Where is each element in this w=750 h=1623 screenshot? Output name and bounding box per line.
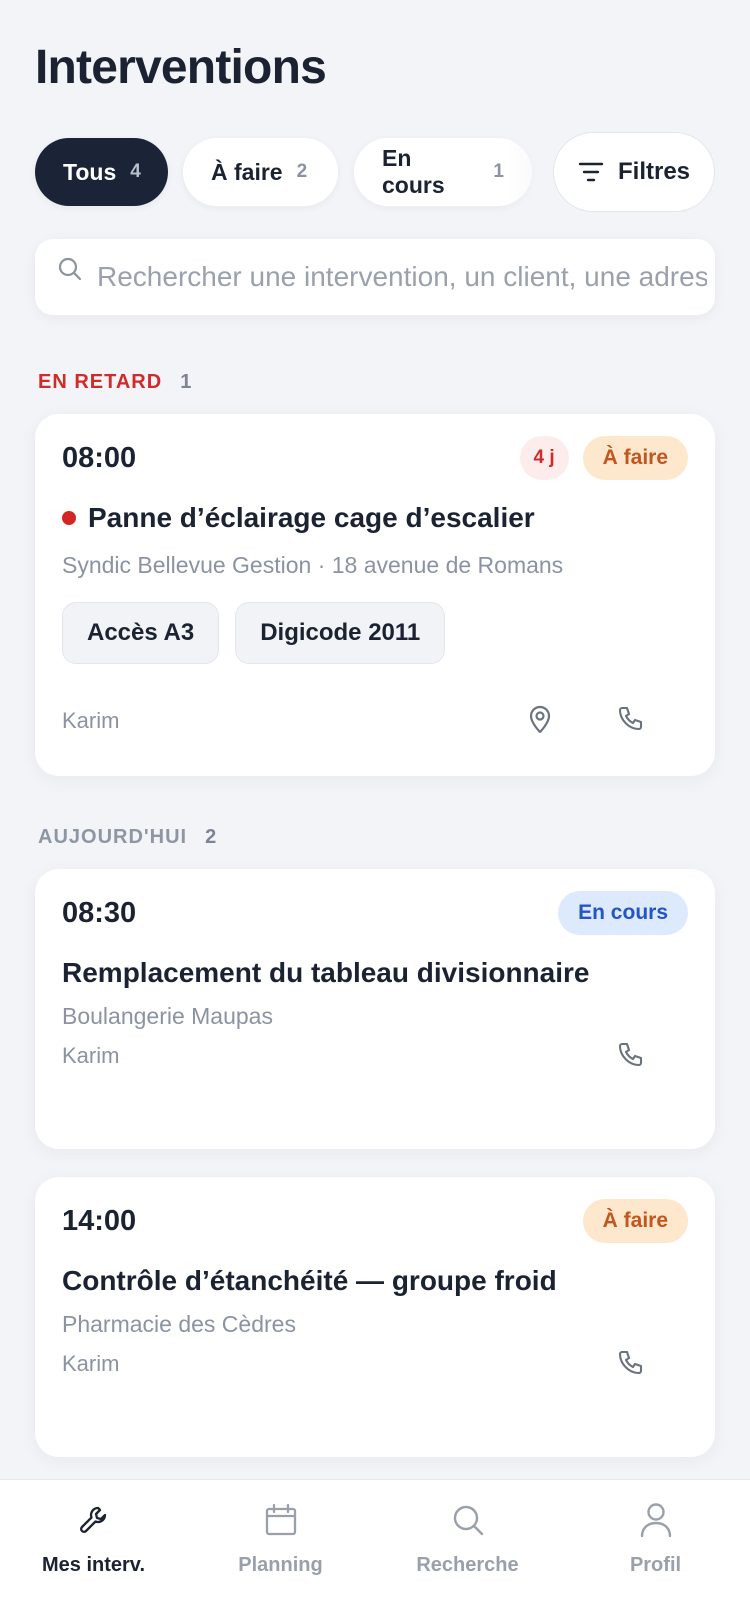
search-bar [35,239,715,315]
directions-button[interactable] [520,699,560,739]
phone-icon [618,1042,643,1067]
chip-count: 2 [296,161,308,182]
tag-digicode: Digicode 2011 [235,602,446,664]
intervention-card[interactable]: 08:30 En cours Remplacement du tableau d… [35,869,715,1149]
section-today-label: AUJOURD'HUI [38,826,188,848]
intervention-time: 14:00 [62,1205,137,1237]
nav-icon-wrap [451,1500,485,1540]
nav-planning[interactable]: Planning [187,1480,374,1623]
call-button[interactable] [610,699,650,739]
section-late-count: 1 [180,371,192,393]
status-badge: À faire [582,436,688,480]
call-button[interactable] [610,1343,650,1383]
nav-label: Profil [629,1554,682,1576]
nav-label: Recherche [416,1554,519,1576]
nav-profile[interactable]: Profil [562,1480,749,1623]
filter-icon [578,162,604,182]
urgent-dot-icon [62,511,76,525]
call-button[interactable] [610,1035,650,1075]
chip-label: En cours [382,145,445,198]
search-input[interactable] [97,239,707,315]
nav-icon-wrap [639,1500,673,1540]
intervention-client: Boulangerie Maupas [62,1003,273,1029]
intervention-title-text: Panne d’éclairage cage d’escalier [88,502,535,533]
technician-name: Karim [62,1043,120,1068]
section-today-count: 2 [205,826,217,848]
phone-icon [618,706,643,731]
intervention-time: 08:30 [62,897,137,929]
access-tags: Accès A3 Digicode 2011 [62,602,461,664]
nav-search[interactable]: Recherche [374,1480,561,1623]
chip-todo[interactable]: À faire 2 [183,138,338,206]
intervention-client: Pharmacie des Cèdres [62,1311,296,1337]
filters-label: Filtres [617,158,691,185]
intervention-card[interactable]: 08:00 4 j À faire Panne d’éclairage cage… [35,414,715,776]
status-filter-chips: Tous 4 À faire 2 En cours 1 Filtres [35,132,715,212]
search-icon [453,1505,483,1536]
page-title: Interventions [35,41,327,94]
nav-label: Mes interv. [42,1554,145,1576]
nav-my-interventions[interactable]: Mes interv. [0,1480,187,1623]
nav-label: Planning [238,1554,323,1576]
intervention-title: Panne d’éclairage cage d’escalier [62,502,535,534]
chip-all[interactable]: Tous 4 [35,138,168,206]
technician-name: Karim [62,708,120,733]
chip-count: 1 [493,161,504,182]
card-badges: 4 j À faire [519,436,688,480]
section-today-header: AUJOURD'HUI 2 [38,826,216,849]
chip-label: Tous [63,158,117,185]
bottom-nav: Mes interv. Planning Recherche Profil [0,1479,750,1623]
search-icon [58,257,82,281]
interventions-screen: Interventions Tous 4 À faire 2 En cours … [0,0,750,1623]
intervention-title: Contrôle d’étanchéité — groupe froid [62,1265,557,1296]
card-badges: À faire [582,1199,688,1243]
section-late-header: EN RETARD 1 [38,371,191,394]
chip-count: 4 [130,161,141,182]
wrench-icon [79,1506,106,1533]
intervention-time: 08:00 [62,442,137,474]
calendar-icon [265,1503,296,1536]
intervention-card[interactable]: 14:00 À faire Contrôle d’étanchéité — gr… [35,1177,715,1457]
intervention-client: Syndic Bellevue Gestion · 18 avenue de R… [62,552,564,578]
map-pin-icon [529,705,551,734]
card-badges: En cours [558,891,688,935]
tag-access: Accès A3 [62,602,220,664]
nav-icon-wrap [264,1500,298,1540]
technician-name: Karim [62,1351,120,1376]
chip-label: À faire [211,158,283,185]
filters-button[interactable]: Filtres [553,132,715,212]
nav-icon-wrap [78,1500,110,1540]
late-days-badge: 4 j [519,436,569,480]
phone-icon [618,1350,643,1375]
user-icon [640,1503,671,1538]
status-badge: À faire [582,1199,688,1243]
status-badge: En cours [558,891,688,935]
section-late-label: EN RETARD [38,371,163,393]
intervention-title: Remplacement du tableau divisionnaire [62,957,590,988]
